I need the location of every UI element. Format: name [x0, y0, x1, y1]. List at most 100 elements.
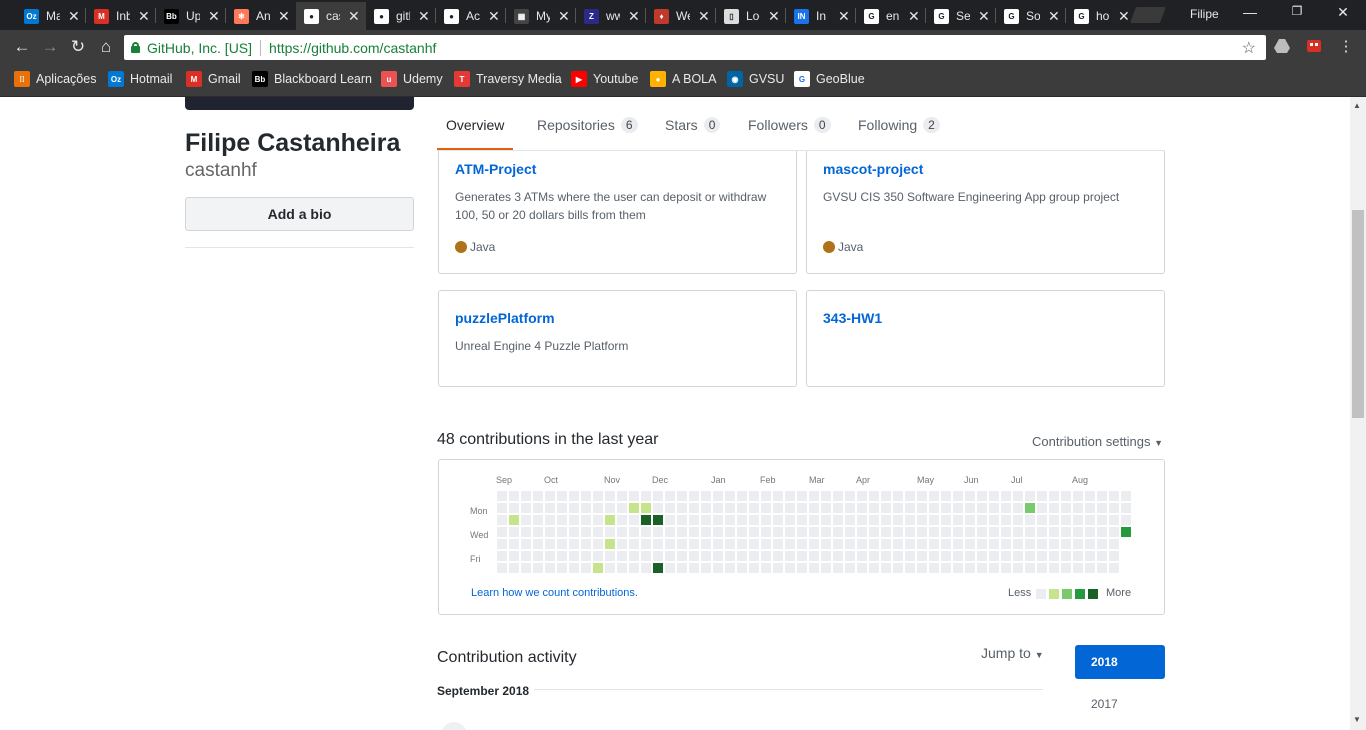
contribution-day-cell[interactable]: [785, 503, 795, 513]
browser-tab[interactable]: ● Account ✕: [436, 2, 506, 30]
contribution-day-cell[interactable]: [989, 515, 999, 525]
contribution-day-cell[interactable]: [521, 551, 531, 561]
contribution-day-cell[interactable]: [821, 491, 831, 501]
contribution-day-cell[interactable]: [845, 551, 855, 561]
contribution-day-cell[interactable]: [1001, 527, 1011, 537]
contribution-day-cell[interactable]: [569, 527, 579, 537]
contribution-day-cell[interactable]: [977, 563, 987, 573]
contribution-day-cell[interactable]: [581, 563, 591, 573]
contribution-day-cell[interactable]: [881, 491, 891, 501]
contribution-day-cell[interactable]: [1025, 515, 1035, 525]
contribution-day-cell[interactable]: [497, 539, 507, 549]
contribution-day-cell[interactable]: [821, 515, 831, 525]
contribution-day-cell[interactable]: [893, 563, 903, 573]
contribution-day-cell[interactable]: [869, 539, 879, 549]
contribution-day-cell[interactable]: [629, 491, 639, 501]
contribution-day-cell[interactable]: [557, 563, 567, 573]
contribution-day-cell[interactable]: [1109, 527, 1119, 537]
contribution-day-cell[interactable]: [989, 551, 999, 561]
contribution-day-cell[interactable]: [1097, 563, 1107, 573]
add-bio-button[interactable]: Add a bio: [185, 197, 414, 231]
contribution-day-cell[interactable]: [905, 527, 915, 537]
browser-tab[interactable]: Zwww ✕: [576, 2, 646, 30]
contribution-day-cell[interactable]: [1013, 551, 1023, 561]
contribution-day-cell[interactable]: [821, 503, 831, 513]
contribution-day-cell[interactable]: [929, 491, 939, 501]
contribution-day-cell[interactable]: [905, 551, 915, 561]
contribution-day-cell[interactable]: [641, 527, 651, 537]
contribution-day-cell[interactable]: [833, 491, 843, 501]
contribution-day-cell[interactable]: [1085, 563, 1095, 573]
contribution-day-cell[interactable]: [833, 527, 843, 537]
scroll-down-icon[interactable]: ▼: [1353, 715, 1361, 724]
contribution-day-cell[interactable]: [869, 551, 879, 561]
repo-link[interactable]: mascot-project: [823, 161, 923, 177]
contribution-day-cell[interactable]: [1097, 551, 1107, 561]
close-tab-icon[interactable]: ✕: [488, 8, 500, 25]
back-arrow-icon[interactable]: ←: [12, 37, 32, 57]
contribution-day-cell[interactable]: [713, 527, 723, 537]
contribution-day-cell[interactable]: [773, 551, 783, 561]
contribution-day-cell[interactable]: [965, 563, 975, 573]
contribution-day-cell[interactable]: [545, 527, 555, 537]
home-icon[interactable]: ⌂: [96, 37, 116, 57]
contribution-day-cell[interactable]: [845, 491, 855, 501]
contribution-day-cell[interactable]: [689, 491, 699, 501]
tab-stars[interactable]: Stars 0: [665, 117, 721, 133]
contribution-day-cell[interactable]: [533, 563, 543, 573]
contribution-day-cell[interactable]: [689, 515, 699, 525]
contribution-day-cell[interactable]: [1073, 491, 1083, 501]
contribution-day-cell[interactable]: [1061, 503, 1071, 513]
contribution-day-cell[interactable]: [1013, 527, 1023, 537]
contribution-day-cell[interactable]: [953, 539, 963, 549]
contribution-day-cell[interactable]: [581, 515, 591, 525]
contribution-day-cell[interactable]: [677, 563, 687, 573]
contribution-day-cell[interactable]: [1097, 515, 1107, 525]
contribution-day-cell[interactable]: [665, 527, 675, 537]
scroll-up-icon[interactable]: ▲: [1353, 101, 1361, 110]
contribution-day-cell[interactable]: [725, 527, 735, 537]
contribution-day-cell[interactable]: [857, 551, 867, 561]
contribution-day-cell[interactable]: [725, 563, 735, 573]
contribution-day-cell[interactable]: [1073, 563, 1083, 573]
tab-overview[interactable]: Overview: [446, 117, 504, 133]
contribution-day-cell[interactable]: [569, 539, 579, 549]
contribution-day-cell[interactable]: [557, 551, 567, 561]
contribution-day-cell[interactable]: [713, 503, 723, 513]
contribution-day-cell[interactable]: [941, 491, 951, 501]
contribution-day-cell[interactable]: [521, 527, 531, 537]
contribution-day-cell[interactable]: [773, 491, 783, 501]
contribution-day-cell[interactable]: [509, 515, 519, 525]
contribution-day-cell[interactable]: [497, 515, 507, 525]
contribution-day-cell[interactable]: [929, 503, 939, 513]
contribution-day-cell[interactable]: [701, 527, 711, 537]
contribution-day-cell[interactable]: [1013, 515, 1023, 525]
contribution-day-cell[interactable]: [1061, 563, 1071, 573]
contribution-day-cell[interactable]: [965, 539, 975, 549]
contribution-day-cell[interactable]: [845, 527, 855, 537]
contribution-day-cell[interactable]: [665, 551, 675, 561]
contribution-day-cell[interactable]: [1037, 527, 1047, 537]
contribution-day-cell[interactable]: [749, 551, 759, 561]
contribution-day-cell[interactable]: [1013, 539, 1023, 549]
contribution-day-cell[interactable]: [629, 527, 639, 537]
contribution-day-cell[interactable]: [773, 539, 783, 549]
contribution-day-cell[interactable]: [689, 527, 699, 537]
contribution-day-cell[interactable]: [689, 563, 699, 573]
contribution-day-cell[interactable]: [917, 551, 927, 561]
contribution-day-cell[interactable]: [545, 563, 555, 573]
contribution-day-cell[interactable]: [545, 503, 555, 513]
contribution-day-cell[interactable]: [629, 551, 639, 561]
contribution-day-cell[interactable]: [761, 491, 771, 501]
contribution-day-cell[interactable]: [941, 515, 951, 525]
contribution-day-cell[interactable]: [725, 515, 735, 525]
bookmark-star-icon[interactable]: ☆: [1242, 38, 1256, 58]
avatar[interactable]: [185, 97, 414, 110]
contribution-day-cell[interactable]: [941, 527, 951, 537]
contribution-day-cell[interactable]: [929, 539, 939, 549]
contribution-day-cell[interactable]: [641, 539, 651, 549]
contribution-day-cell[interactable]: [1037, 503, 1047, 513]
contribution-day-cell[interactable]: [1061, 491, 1071, 501]
repo-link[interactable]: 343-HW1: [823, 310, 882, 326]
contribution-day-cell[interactable]: [1121, 515, 1131, 525]
